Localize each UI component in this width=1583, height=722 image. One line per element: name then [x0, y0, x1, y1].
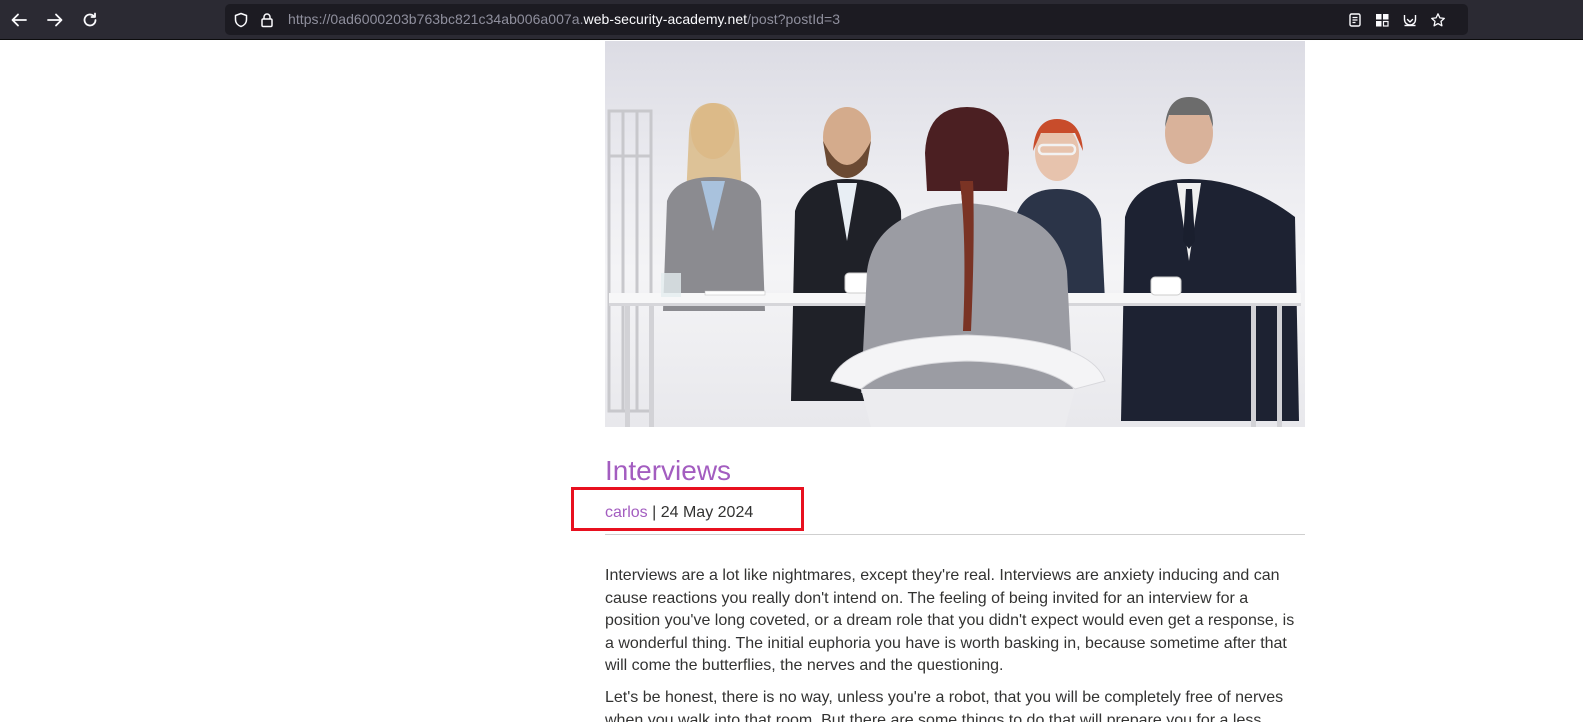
divider: [605, 534, 1305, 535]
back-button[interactable]: [7, 8, 31, 32]
post-paragraph: Interviews are a lot like nightmares, ex…: [605, 567, 1295, 674]
browser-toolbar: https://0ad6000203b763bc821c34ab006a007a…: [0, 0, 1583, 40]
address-bar[interactable]: https://0ad6000203b763bc821c34ab006a007a…: [225, 4, 1468, 35]
post-hero-image: [605, 41, 1305, 427]
arrow-left-icon: [11, 13, 27, 27]
lock-icon[interactable]: [258, 11, 276, 29]
forward-button[interactable]: [43, 8, 67, 32]
arrow-right-icon: [47, 13, 63, 27]
url-domain: web-security-academy.net: [583, 11, 748, 27]
pocket-save-icon[interactable]: [1401, 11, 1419, 29]
url-text[interactable]: https://0ad6000203b763bc821c34ab006a007a…: [288, 11, 840, 28]
post-title: Interviews: [605, 455, 732, 486]
extensions-grid-icon[interactable]: [1373, 11, 1391, 29]
reader-view-icon[interactable]: [1346, 11, 1364, 29]
url-path: /post?postId=3: [747, 11, 841, 27]
post-paragraph: Let's be honest, there is no way, unless…: [605, 689, 1284, 722]
shield-icon[interactable]: [232, 11, 250, 29]
reload-button[interactable]: [78, 8, 102, 32]
bookmark-star-icon[interactable]: [1429, 11, 1447, 29]
reload-icon: [83, 12, 97, 27]
annotation-highlight-box: [571, 487, 804, 531]
url-prefix: https://0ad6000203b763bc821c34ab006a007a…: [288, 11, 584, 27]
